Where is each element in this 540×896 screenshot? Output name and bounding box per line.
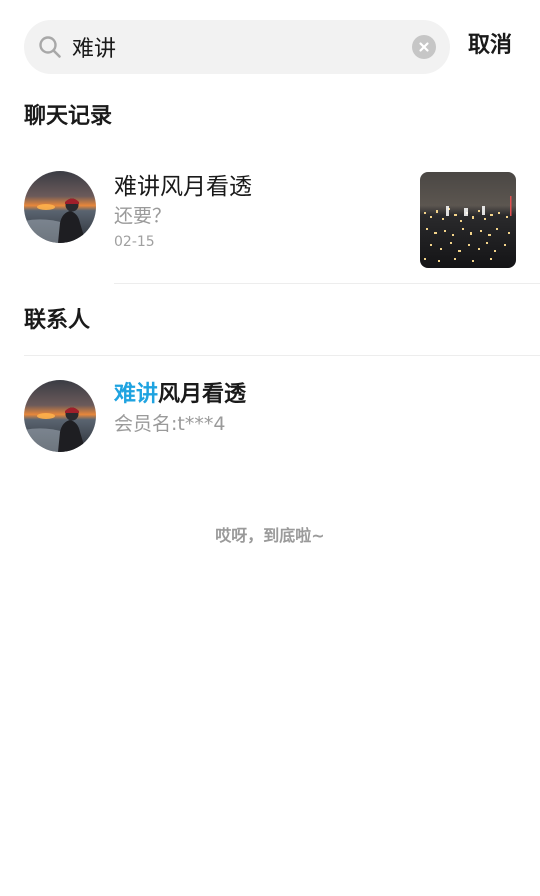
chat-record-item[interactable]: 难讲风月看透 还要？ 02-15 [0, 160, 540, 284]
avatar [24, 380, 96, 452]
chat-image-thumbnail[interactable] [420, 172, 516, 268]
chat-record-name: 难讲风月看透 [114, 174, 252, 200]
contact-name-rest: 风月看透 [158, 382, 247, 407]
end-of-list-note: 哎呀，到底啦~ [215, 526, 325, 545]
cancel-button[interactable]: 取消 [468, 26, 512, 66]
search-bar[interactable] [24, 20, 450, 74]
search-icon [38, 35, 62, 59]
search-input[interactable] [72, 20, 402, 74]
contact-item[interactable]: 难讲风月看透 会员名:t***4 [0, 370, 540, 466]
contacts-heading: 联系人 [24, 308, 91, 333]
contact-member-id: 会员名:t***4 [114, 413, 226, 435]
contact-name-highlight: 难讲 [114, 382, 159, 407]
clear-icon[interactable] [412, 35, 436, 59]
avatar [24, 171, 96, 243]
chat-records-heading: 聊天记录 [24, 104, 113, 129]
contact-name: 难讲风月看透 [114, 380, 246, 410]
chat-record-snippet: 还要？ [114, 205, 172, 227]
divider [24, 355, 540, 356]
chat-record-date: 02-15 [114, 234, 155, 250]
divider [114, 283, 540, 284]
